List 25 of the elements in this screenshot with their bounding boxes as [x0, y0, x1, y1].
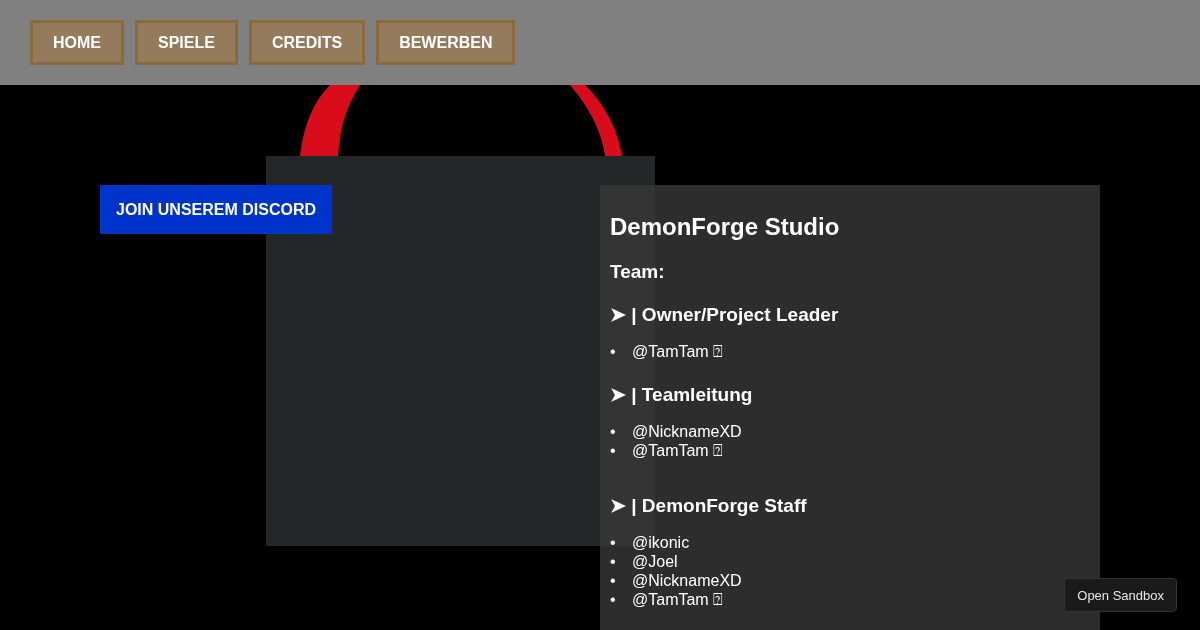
team-label: Team:	[610, 261, 666, 283]
list-bullet: •	[610, 422, 617, 441]
section-heading: ➤ | DemonForge Staff	[610, 494, 808, 517]
list-bullet: •	[610, 571, 617, 590]
member-name: @ikonic	[632, 533, 690, 552]
list-bullet: •	[610, 342, 617, 361]
list-bullet: •	[610, 552, 617, 571]
nav-button[interactable]: HOME	[30, 20, 124, 65]
list-bullet: •	[610, 533, 617, 552]
member-name: @NicknameXD	[632, 422, 742, 441]
nav-button[interactable]: SPIELE	[135, 20, 238, 65]
section-heading: ➤ | Teamleitung	[610, 383, 754, 406]
member-name: @TamTam ⍰	[632, 342, 724, 361]
member-name: @TamTam ⍰	[632, 441, 724, 460]
nav-button[interactable]: BEWERBEN	[376, 20, 516, 65]
studio-title: DemonForge Studio	[610, 213, 841, 241]
open-sandbox-button[interactable]: Open Sandbox	[1064, 578, 1177, 612]
section-heading: ➤ | Owner/Project Leader	[610, 303, 840, 326]
member-name: @TamTam ⍰	[632, 590, 724, 609]
list-bullet: •	[610, 590, 617, 609]
member-name: @NicknameXD	[632, 571, 742, 590]
discord-button[interactable]: JOIN UNSEREM DISCORD	[100, 185, 333, 234]
list-bullet: •	[610, 441, 617, 460]
member-name: @Joel	[632, 552, 678, 571]
nav-button[interactable]: CREDITS	[248, 20, 366, 65]
